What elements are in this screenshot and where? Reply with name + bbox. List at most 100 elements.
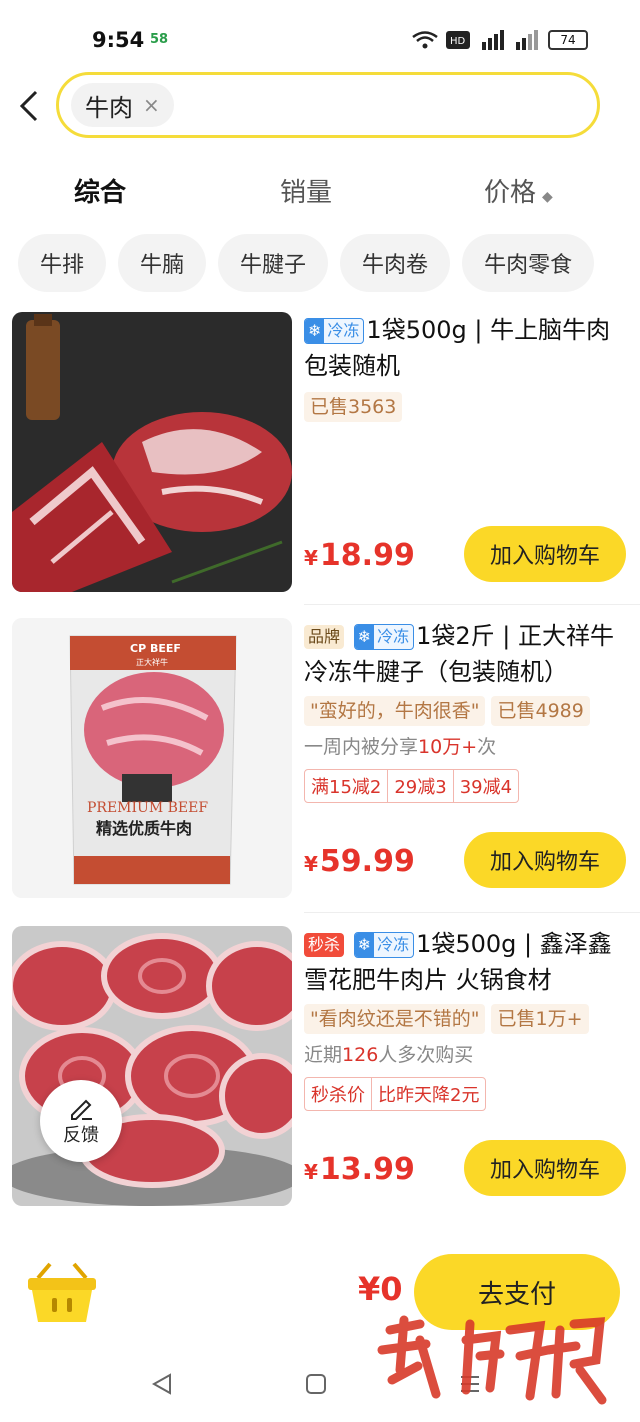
sold-count: 已售4989 (491, 696, 590, 726)
sort-arrows-icon: ◆ (542, 189, 553, 205)
promo-item: 比昨天降2元 (378, 1085, 480, 1106)
snowflake-icon: ❄ (354, 625, 375, 649)
filter-chip[interactable]: 牛排 (18, 234, 107, 292)
product-price: ¥13.99 (304, 1152, 415, 1187)
product-image[interactable] (12, 926, 292, 1206)
network-indicator: 58 (150, 32, 169, 47)
battery-icon: 74 (548, 30, 588, 50)
search-input[interactable]: 牛肉 × (56, 72, 600, 138)
price-value: 13.99 (319, 1152, 415, 1187)
product-card[interactable]: ❄ 冷冻 1袋500g | 牛上脑牛肉包装随机 已售3563 ¥18.99 加入购物… (0, 312, 640, 602)
divider (304, 912, 640, 913)
status-bar: 9:54 58 HD 74 (0, 0, 640, 80)
flash-sale-badge: 秒杀 (304, 933, 345, 957)
product-info: 品牌 ❄ 冷冻 1袋2斤 | 正大祥牛冷冻牛腱子（包装随机） "蛮好的，牛肉很香" 已… (304, 618, 626, 803)
product-info: 秒杀 ❄ 冷冻 1袋500g | 鑫泽鑫 雪花肥牛肉片 火锅食材 "看肉纹还是不错的… (304, 926, 626, 1111)
review-snippet: "看肉纹还是不错的" (304, 1004, 486, 1034)
filter-chip[interactable]: 牛腩 (118, 234, 207, 292)
feedback-button[interactable]: 反馈 (40, 1080, 122, 1162)
filter-chip[interactable]: 牛腱子 (218, 234, 329, 292)
bag-sub: 正大祥牛 (136, 657, 168, 667)
product-title[interactable]: 品牌 ❄ 冷冻 1袋2斤 | 正大祥牛冷冻牛腱子（包装随机） (304, 618, 626, 690)
product-price: ¥18.99 (304, 538, 415, 573)
product-title-text: 1袋2斤 | 正大祥牛冷冻牛腱子（包装随机） (304, 622, 614, 686)
share-suffix: 次 (477, 736, 497, 758)
promo-item: 29减3 (388, 770, 454, 802)
signal-5g-icon (482, 30, 504, 50)
currency-symbol: ¥ (304, 546, 318, 570)
repeat-buyers-info: 近期126人多次购买 (304, 1040, 626, 1067)
repeat-prefix: 近期 (304, 1044, 343, 1066)
sold-count: 已售3563 (304, 392, 403, 422)
cart-total: ¥0 (358, 1270, 403, 1308)
checkout-bar: ¥0 去支付 (0, 1236, 640, 1346)
promo-item: 满15减2 (305, 770, 389, 802)
filter-chip[interactable]: 牛肉卷 (340, 234, 451, 292)
product-title-text: 1袋500g | 鑫泽鑫 雪花肥牛肉片 火锅食材 (304, 930, 612, 994)
nav-menu-icon[interactable] (458, 1372, 482, 1396)
svg-text:HD: HD (450, 36, 466, 47)
signal-icon (516, 30, 538, 50)
frozen-label: 冷冻 (327, 321, 360, 340)
snowflake-icon: ❄ (305, 319, 325, 343)
repeat-suffix: 人多次购买 (378, 1044, 474, 1066)
product-card[interactable]: 秒杀 ❄ 冷冻 1袋500g | 鑫泽鑫 雪花肥牛肉片 火锅食材 "看肉纹还是不错的… (0, 926, 640, 1216)
add-to-cart-button[interactable]: 加入购物车 (464, 1140, 626, 1196)
product-image[interactable] (12, 312, 292, 592)
product-card[interactable]: CP BEEF 正大祥牛 PREMIUM BEEF 精选优质牛肉 品牌 ❄ 冷冻 1… (0, 618, 640, 908)
frozen-badge: ❄ 冷冻 (304, 318, 365, 344)
review-snippet: "蛮好的，牛肉很香" (304, 696, 486, 726)
add-to-cart-button[interactable]: 加入购物车 (464, 832, 626, 888)
status-time: 9:54 (92, 28, 145, 52)
sold-count: 已售1万+ (491, 1004, 589, 1034)
brand-badge: 品牌 (304, 625, 345, 649)
frozen-label: 冷冻 (377, 627, 410, 646)
search-keyword: 牛肉 (85, 93, 133, 122)
hd-icon: HD (446, 31, 470, 49)
pencil-icon (71, 1099, 92, 1120)
tab-comprehensive[interactable]: 综合 (74, 172, 126, 209)
frozen-label: 冷冻 (377, 935, 410, 954)
product-image[interactable]: CP BEEF 正大祥牛 PREMIUM BEEF 精选优质牛肉 (12, 618, 292, 898)
price-value: 18.99 (319, 538, 415, 573)
divider (304, 604, 640, 605)
frozen-badge: ❄ 冷冻 (353, 624, 415, 650)
filter-chips: 牛排 牛腩 牛腱子 牛肉卷 牛肉零食 (18, 234, 595, 292)
add-to-cart-button[interactable]: 加入购物车 (464, 526, 626, 582)
product-title[interactable]: ❄ 冷冻 1袋500g | 牛上脑牛肉包装随机 (304, 312, 626, 384)
clear-icon[interactable]: × (143, 93, 160, 117)
promo-tags: 秒杀价 比昨天降2元 (304, 1077, 487, 1111)
basket-icon[interactable] (24, 1260, 100, 1326)
checkout-button[interactable]: 去支付 (414, 1254, 620, 1330)
wifi-icon (412, 31, 438, 49)
currency-symbol: ¥ (304, 852, 318, 876)
share-count: 10万+ (418, 736, 478, 758)
back-arrow-icon[interactable] (14, 86, 44, 126)
price-value: 59.99 (319, 844, 415, 879)
product-price: ¥59.99 (304, 844, 415, 879)
bag-cn: 精选优质牛肉 (96, 819, 192, 838)
repeat-count: 126 (342, 1044, 379, 1066)
bag-brand: CP BEEF (130, 642, 181, 655)
nav-back-icon[interactable] (150, 1372, 174, 1396)
product-title[interactable]: 秒杀 ❄ 冷冻 1袋500g | 鑫泽鑫 雪花肥牛肉片 火锅食材 (304, 926, 626, 998)
snowflake-icon: ❄ (354, 933, 375, 957)
tab-price-label: 价格 (484, 178, 537, 208)
currency-symbol: ¥ (304, 1160, 318, 1184)
share-info: 一周内被分享10万+次 (304, 732, 626, 759)
feedback-label: 反馈 (63, 1125, 99, 1146)
product-info: ❄ 冷冻 1袋500g | 牛上脑牛肉包装随机 已售3563 (304, 312, 626, 422)
promo-item: 39减4 (459, 777, 513, 798)
system-nav-bar (0, 1346, 640, 1422)
filter-chip[interactable]: 牛肉零食 (462, 234, 595, 292)
frozen-badge: ❄ 冷冻 (353, 932, 415, 958)
nav-home-icon[interactable] (304, 1372, 328, 1396)
search-keyword-chip[interactable]: 牛肉 × (71, 83, 174, 127)
status-icons: HD 74 (412, 30, 588, 50)
bag-premium: PREMIUM BEEF (87, 800, 208, 816)
promo-tags: 满15减2 29减3 39减4 (304, 769, 520, 803)
tab-price[interactable]: 价格 ◆ (484, 172, 553, 209)
share-prefix: 一周内被分享 (304, 736, 419, 758)
promo-item: 秒杀价 (305, 1078, 372, 1110)
tab-sales[interactable]: 销量 (280, 172, 332, 209)
